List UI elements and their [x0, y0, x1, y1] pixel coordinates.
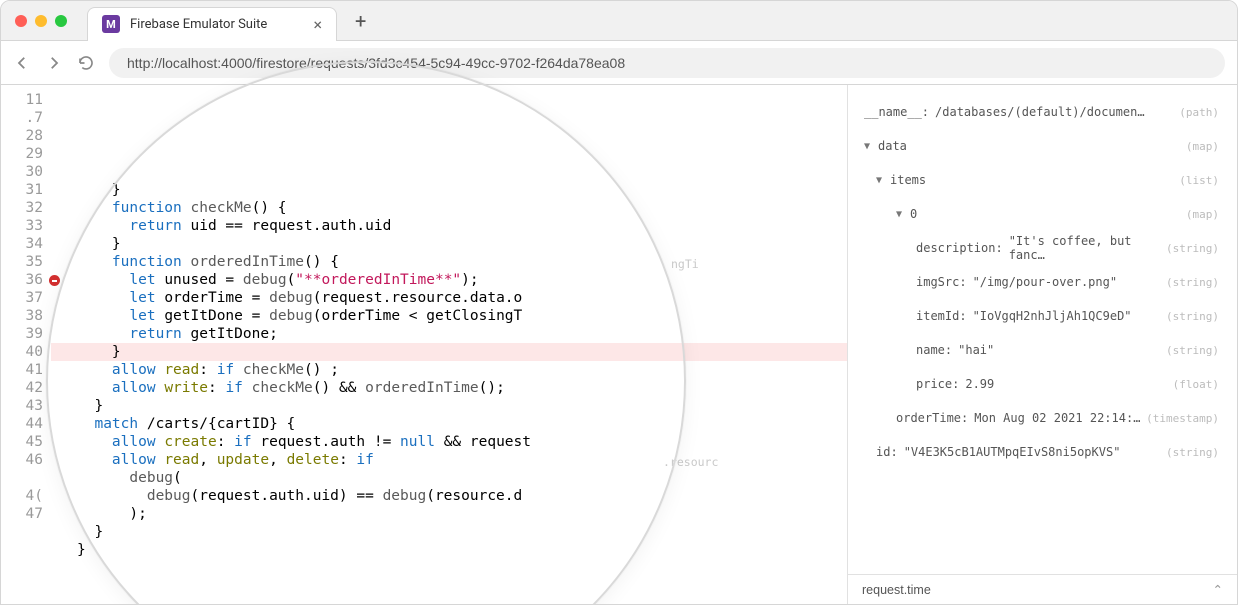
browser-tab[interactable]: M Firebase Emulator Suite × — [87, 7, 337, 41]
line-number: 42 — [1, 379, 43, 397]
line-number: 47 — [1, 505, 43, 523]
code-line: allow write: if checkMe() && orderedInTi… — [51, 379, 847, 397]
traffic-lights — [15, 15, 67, 27]
data-row[interactable]: ▼ data (map) — [854, 129, 1231, 163]
code-line: match /carts/{cartID} { — [51, 415, 847, 433]
line-number: .7 — [1, 109, 43, 127]
field-row: itemId:"IoVgqH2nhJljAh1QC9eD"(string) — [854, 299, 1231, 333]
code-line: } — [51, 235, 847, 253]
tab-title: Firebase Emulator Suite — [130, 17, 303, 32]
chevron-down-icon: ▼ — [864, 141, 878, 152]
order-time-row: orderTime: Mon Aug 02 2021 22:14:46 GM… … — [854, 401, 1231, 435]
toolbar — [1, 41, 1237, 85]
line-number: 36 — [1, 271, 43, 289]
code-line — [51, 559, 847, 577]
field-row: imgSrc:"/img/pour-over.png"(string) — [854, 265, 1231, 299]
minimize-window-button[interactable] — [35, 15, 47, 27]
line-number: 44 — [1, 415, 43, 433]
code-line: allow read, update, delete: if — [51, 451, 847, 469]
code-body: ngTi .resourc } function checkMe() { ret… — [51, 85, 847, 604]
line-number: 31 — [1, 181, 43, 199]
line-number: 34 — [1, 235, 43, 253]
line-number: 46 — [1, 451, 43, 469]
code-line: } — [51, 523, 847, 541]
firebase-favicon-icon: M — [102, 15, 120, 33]
line-number: 41 — [1, 361, 43, 379]
close-tab-icon[interactable]: × — [313, 15, 322, 34]
line-number: 11 — [1, 91, 43, 109]
browser-window: M Firebase Emulator Suite × + 11.7282930… — [0, 0, 1238, 605]
code-line — [51, 577, 847, 595]
line-number: 45 — [1, 433, 43, 451]
line-number: 28 — [1, 127, 43, 145]
field-row: description:"It's coffee, but fanc…(stri… — [854, 231, 1231, 265]
code-line: allow read: if checkMe() ; — [51, 361, 847, 379]
code-line: function checkMe() { — [51, 199, 847, 217]
code-line: return getItDone; — [51, 325, 847, 343]
url-input[interactable] — [109, 48, 1225, 78]
code-line: let unused = debug("**orderedInTime**"); — [51, 271, 847, 289]
code-line: debug( — [51, 469, 847, 487]
reload-icon[interactable] — [77, 54, 95, 72]
line-number: 30 — [1, 163, 43, 181]
line-number: 4( — [1, 487, 43, 505]
line-number: 40 — [1, 343, 43, 361]
forward-icon[interactable] — [45, 54, 63, 72]
chevron-up-icon: ⌃ — [1213, 582, 1223, 597]
content-area: 11.7282930313233343536373839404142434445… — [1, 85, 1237, 604]
line-number: 38 — [1, 307, 43, 325]
accordion-label: request.time — [862, 583, 931, 597]
back-icon[interactable] — [13, 54, 31, 72]
item-index-row[interactable]: ▼ 0 (map) — [854, 197, 1231, 231]
items-row[interactable]: ▼ items (list) — [854, 163, 1231, 197]
chevron-down-icon: ▼ — [876, 175, 890, 186]
code-line: let getItDone = debug(orderTime < getClo… — [51, 307, 847, 325]
close-window-button[interactable] — [15, 15, 27, 27]
code-line: } — [51, 181, 847, 199]
code-line: debug(request.auth.uid) == debug(resourc… — [51, 487, 847, 505]
request-time-accordion[interactable]: request.time ⌃ — [848, 574, 1237, 604]
line-number: 32 — [1, 199, 43, 217]
code-line: } — [51, 397, 847, 415]
truncated-code-ghost: ngTi — [671, 255, 699, 273]
code-line: } — [51, 541, 847, 559]
titlebar: M Firebase Emulator Suite × + — [1, 1, 1237, 41]
code-line: allow create: if request.auth != null &&… — [51, 433, 847, 451]
line-number: 33 — [1, 217, 43, 235]
maximize-window-button[interactable] — [55, 15, 67, 27]
code-line: } — [51, 343, 847, 361]
field-row: price:2.99(float) — [854, 367, 1231, 401]
code-line: return uid == request.auth.uid — [51, 217, 847, 235]
line-number: 35 — [1, 253, 43, 271]
id-row: id: "V4E3K5cB1AUTMpqEIvS8ni5opKVS" (stri… — [854, 435, 1231, 469]
code-line: let orderTime = debug(request.resource.d… — [51, 289, 847, 307]
data-tree[interactable]: __name__: /databases/(default)/documents… — [848, 85, 1237, 574]
name-row: __name__: /databases/(default)/documents… — [854, 95, 1231, 129]
request-inspector: __name__: /databases/(default)/documents… — [847, 85, 1237, 604]
code-line: ); — [51, 505, 847, 523]
line-number: 29 — [1, 145, 43, 163]
code-line: function orderedInTime() { — [51, 253, 847, 271]
new-tab-button[interactable]: + — [355, 9, 366, 33]
code-line — [51, 163, 847, 181]
line-number-gutter: 11.7282930313233343536373839404142434445… — [1, 85, 51, 604]
chevron-down-icon: ▼ — [896, 209, 910, 220]
line-number: 37 — [1, 289, 43, 307]
line-number: 43 — [1, 397, 43, 415]
rules-code-editor[interactable]: 11.7282930313233343536373839404142434445… — [1, 85, 847, 604]
field-row: name:"hai"(string) — [854, 333, 1231, 367]
line-number: 39 — [1, 325, 43, 343]
truncated-code-ghost: .resourc — [663, 453, 718, 471]
line-number — [1, 469, 43, 487]
